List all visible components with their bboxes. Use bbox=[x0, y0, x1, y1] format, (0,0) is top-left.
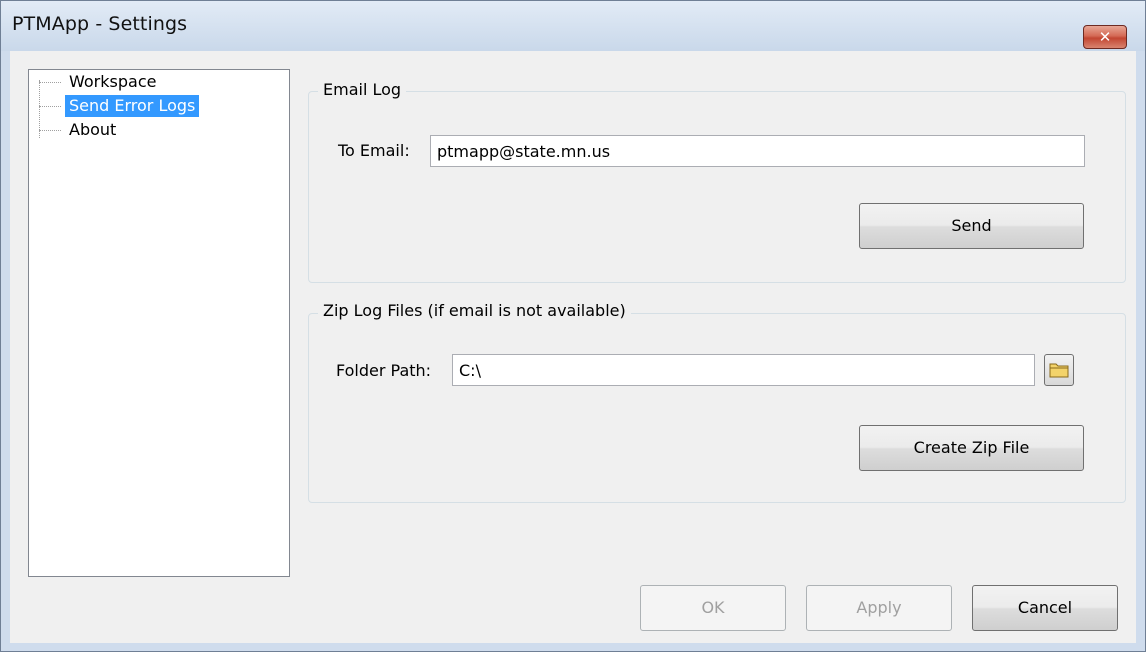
zip-log-group-title: Zip Log Files (if email is not available… bbox=[318, 301, 631, 320]
email-log-group-title: Email Log bbox=[318, 80, 407, 99]
tree-item-workspace[interactable]: Workspace bbox=[29, 70, 269, 94]
tree-item-label: About bbox=[69, 120, 117, 139]
settings-window: PTMApp - Settings ✕ Workspace Send Error… bbox=[0, 0, 1146, 652]
title-bar[interactable]: PTMApp - Settings ✕ bbox=[1, 1, 1145, 51]
folder-path-label: Folder Path: bbox=[336, 361, 432, 380]
browse-folder-button[interactable] bbox=[1044, 354, 1074, 386]
tree-branch-line bbox=[39, 106, 61, 107]
email-log-group bbox=[308, 91, 1126, 283]
tree-item-label: Workspace bbox=[69, 72, 157, 91]
close-icon: ✕ bbox=[1098, 28, 1112, 46]
dialog-content: Workspace Send Error Logs About Email Lo… bbox=[10, 51, 1136, 643]
to-email-label: To Email: bbox=[338, 141, 410, 160]
to-email-input[interactable] bbox=[430, 135, 1085, 167]
settings-tree[interactable]: Workspace Send Error Logs About bbox=[28, 69, 290, 577]
apply-button[interactable]: Apply bbox=[806, 585, 952, 631]
tree-branch-line bbox=[39, 130, 61, 131]
create-zip-file-button[interactable]: Create Zip File bbox=[859, 425, 1084, 471]
send-button[interactable]: Send bbox=[859, 203, 1084, 249]
close-button[interactable]: ✕ bbox=[1083, 25, 1127, 49]
tree-item-about[interactable]: About bbox=[29, 118, 269, 142]
cancel-button[interactable]: Cancel bbox=[972, 585, 1118, 631]
tree-item-send-error-logs[interactable]: Send Error Logs bbox=[29, 94, 269, 118]
tree-branch-line bbox=[39, 82, 61, 83]
window-title: PTMApp - Settings bbox=[12, 13, 188, 35]
zip-log-group bbox=[308, 313, 1126, 503]
tree-item-label: Send Error Logs bbox=[65, 95, 200, 117]
folder-icon bbox=[1049, 363, 1069, 378]
folder-path-input[interactable] bbox=[452, 354, 1035, 386]
ok-button[interactable]: OK bbox=[640, 585, 786, 631]
